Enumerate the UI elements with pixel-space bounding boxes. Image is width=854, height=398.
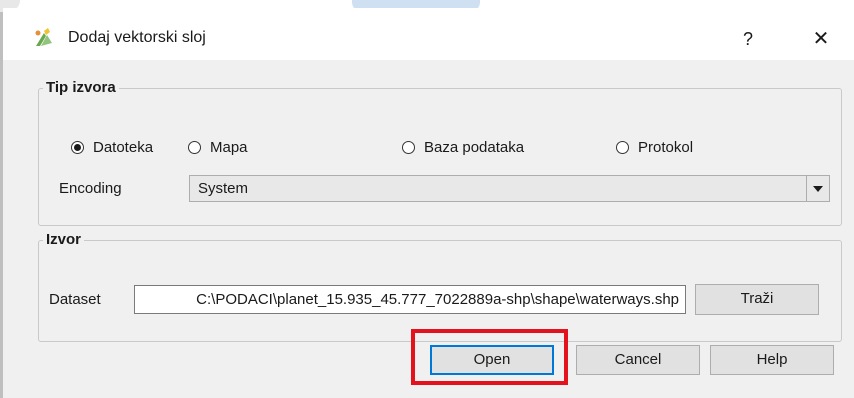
qgis-icon (35, 28, 52, 46)
radio-directory[interactable]: Mapa (188, 139, 248, 156)
source-type-group: Tip izvora Datoteka Mapa Baza podataka P… (38, 79, 842, 226)
radio-directory-label: Mapa (210, 139, 248, 156)
radio-file-indicator (71, 141, 84, 154)
help-button[interactable]: Help (710, 345, 834, 375)
radio-file-label: Datoteka (93, 139, 154, 156)
context-help-button[interactable]: ? (733, 26, 763, 52)
encoding-value: System (198, 180, 249, 197)
chevron-down-icon (806, 176, 829, 201)
radio-file[interactable]: Datoteka (71, 139, 153, 156)
radio-directory-indicator (188, 141, 201, 154)
radio-database[interactable]: Baza podataka (402, 139, 524, 156)
encoding-label: Encoding (59, 180, 122, 197)
source-title: Izvor (43, 231, 85, 248)
dataset-label: Dataset (49, 291, 101, 308)
dataset-value: C:\PODACI\planet_15.935_45.777_7022889a-… (196, 291, 679, 308)
source-type-title: Tip izvora (43, 79, 119, 96)
encoding-select[interactable]: System (189, 175, 830, 202)
open-button[interactable]: Open (430, 345, 554, 375)
title-bar: Dodaj vektorski sloj ? ✕ (3, 8, 854, 60)
radio-protocol-indicator (616, 141, 629, 154)
radio-protocol-label: Protokol (638, 139, 694, 156)
add-vector-layer-dialog: Dodaj vektorski sloj ? ✕ Tip izvora Dato… (3, 8, 854, 398)
browse-button[interactable]: Traži (695, 284, 819, 315)
cancel-button[interactable]: Cancel (576, 345, 700, 375)
radio-database-indicator (402, 141, 415, 154)
window-title: Dodaj vektorski sloj (68, 29, 206, 46)
radio-database-label: Baza podataka (424, 139, 525, 156)
radio-protocol[interactable]: Protokol (616, 139, 693, 156)
source-group: Izvor Dataset C:\PODACI\planet_15.935_45… (38, 231, 842, 342)
dataset-input[interactable]: C:\PODACI\planet_15.935_45.777_7022889a-… (134, 285, 686, 314)
close-button[interactable]: ✕ (806, 26, 836, 52)
